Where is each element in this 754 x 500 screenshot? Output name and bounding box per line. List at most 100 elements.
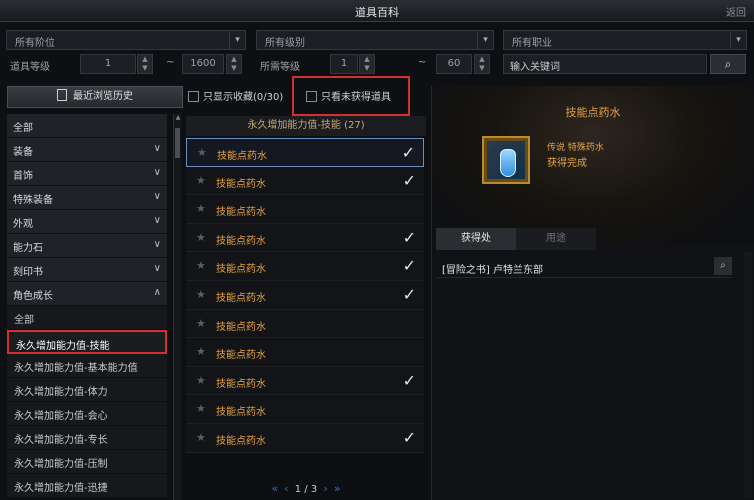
item-detail-panel: 技能点药水 传说 特殊药水 获得完成 获得处 用途 [冒险之书] 卢特兰东部 ⌕ [431, 86, 754, 500]
favorites-only-checkbox[interactable]: 只显示收藏(0/30) [188, 88, 283, 106]
item-level-max-input[interactable]: 1600 [182, 54, 224, 74]
subcategory-label: 全部 [14, 315, 34, 326]
item-level-min-input[interactable]: 1 [80, 54, 136, 74]
search-button[interactable]: ⌕ [710, 54, 746, 74]
favorite-star-icon[interactable]: ★ [197, 146, 207, 159]
class-select-value: 所有职业 [512, 38, 552, 49]
chevron-down-icon: ▾ [730, 31, 746, 49]
tier-select-value: 所有阶位 [15, 38, 55, 49]
chevron-down-icon: ∨ [153, 215, 161, 226]
req-level-min-stepper[interactable]: ▲ ▼ [359, 54, 375, 74]
category-panel: 最近浏览历史 全部 装备 ∨ 首饰 ∨ 特殊装备 ∨ 外观 ∨ 能力石 ∨ 刻印书 ∨ 角色… [7, 86, 183, 500]
req-level-min-input[interactable]: 1 [330, 54, 358, 74]
item-name-label: 技能点药水 [216, 292, 266, 304]
category-item-special-equipment[interactable]: 特殊装备 ∨ [7, 186, 167, 210]
favorite-star-icon[interactable]: ★ [196, 288, 206, 301]
subcategory-label: 永久增加能力值-会心 [14, 411, 108, 422]
document-icon [57, 89, 67, 101]
category-item-ability-stone[interactable]: 能力石 ∨ [7, 234, 167, 258]
favorite-star-icon[interactable]: ★ [196, 317, 206, 330]
item-row[interactable]: ★ 技能点药水 [186, 338, 424, 367]
first-page-icon[interactable]: « [271, 482, 278, 495]
item-level-min-stepper[interactable]: ▲ ▼ [137, 54, 153, 74]
category-item-appearance[interactable]: 外观 ∨ [7, 210, 167, 234]
subcategory-item[interactable]: 永久增加能力值-基本能力值 [7, 354, 167, 378]
category-label: 首饰 [13, 171, 33, 182]
checkmark-icon: ✓ [402, 170, 416, 190]
item-row[interactable]: ★ 技能点药水 ✓ [186, 423, 424, 453]
category-scrollbar[interactable]: ▲ [173, 114, 181, 500]
category-item-accessories[interactable]: 首饰 ∨ [7, 162, 167, 186]
favorite-star-icon[interactable]: ★ [196, 402, 206, 415]
subcategory-label: 永久增加能力值-基本能力值 [14, 363, 138, 374]
potion-frame [487, 141, 525, 179]
next-page-icon[interactable]: › [323, 482, 327, 495]
detail-scrollbar[interactable] [744, 252, 752, 498]
subcategory-item[interactable]: 全部 [7, 306, 167, 330]
favorite-star-icon[interactable]: ★ [196, 431, 206, 444]
favorite-star-icon[interactable]: ★ [196, 259, 206, 272]
item-name-label: 技能点药水 [216, 321, 266, 333]
chevron-down-icon: ▾ [477, 31, 493, 49]
subcategory-item[interactable]: 永久增加能力值-专长 [7, 426, 167, 450]
checkmark-icon: ✓ [401, 143, 415, 162]
item-row[interactable]: ★ 技能点药水 [186, 395, 424, 424]
subcategory-item[interactable]: 永久增加能力值-体力 [7, 378, 167, 402]
item-row[interactable]: ★ 技能点药水 [186, 309, 424, 339]
item-row[interactable]: ★ 技能点药水 ✓ [186, 366, 424, 396]
back-button[interactable]: 返回 [726, 4, 746, 19]
item-row[interactable]: ★ 技能点药水 [186, 195, 424, 224]
subcategory-item-selected[interactable]: 永久增加能力值-技能 [7, 330, 167, 354]
tab-source[interactable]: 获得处 [436, 228, 516, 250]
category-label: 角色成长 [13, 291, 53, 302]
subcategory-item[interactable]: 永久增加能力值-会心 [7, 402, 167, 426]
keyword-search-input[interactable]: 输入关键词 [503, 54, 707, 74]
item-name-label: 技能点药水 [216, 207, 266, 219]
chevron-down-icon: ∨ [153, 143, 161, 154]
tab-usage[interactable]: 用途 [516, 228, 596, 250]
favorite-star-icon[interactable]: ★ [196, 374, 206, 387]
subcategory-item[interactable]: 永久增加能力值-迅捷 [7, 474, 167, 498]
scrollbar-thumb[interactable] [175, 128, 180, 158]
last-page-icon[interactable]: » [334, 482, 341, 495]
subcategory-label: 永久增加能力值-技能 [16, 341, 110, 352]
chevron-down-icon: ∨ [153, 263, 161, 274]
category-item-engraving-book[interactable]: 刻印书 ∨ [7, 258, 167, 282]
category-item-character-growth[interactable]: 角色成长 ∧ [7, 282, 167, 306]
item-list: ★ 技能点药水 ✓ ★ 技能点药水 ✓ ★ 技能点药水 ★ 技能点药水 ✓ ★ 技能点药水 ✓ ★ 技能点药水… [186, 138, 424, 453]
checkmark-icon: ✓ [402, 227, 416, 247]
subcategory-item[interactable]: 永久增加能力值-压制 [7, 450, 167, 474]
favorite-star-icon[interactable]: ★ [196, 231, 206, 244]
tier-select[interactable]: 所有阶位 ▾ [6, 30, 246, 50]
req-level-max-stepper[interactable]: ▲ ▼ [474, 54, 490, 74]
chevron-down-icon: ▾ [229, 31, 245, 49]
recent-history-label: 最近浏览历史 [73, 91, 133, 102]
window-title: 道具百科 [355, 6, 399, 19]
category-item-all[interactable]: 全部 [7, 114, 167, 138]
checkmark-icon: ✓ [402, 427, 416, 447]
class-select[interactable]: 所有职业 ▾ [503, 30, 747, 50]
favorite-star-icon[interactable]: ★ [196, 174, 206, 187]
grade-select[interactable]: 所有级别 ▾ [256, 30, 494, 50]
recent-history-button[interactable]: 最近浏览历史 [7, 86, 183, 108]
req-level-max-input[interactable]: 60 [436, 54, 472, 74]
item-row[interactable]: ★ 技能点药水 ✓ [186, 223, 424, 253]
favorite-star-icon[interactable]: ★ [196, 345, 206, 358]
prev-page-icon[interactable]: ‹ [284, 482, 288, 495]
category-item-equipment[interactable]: 装备 ∨ [7, 138, 167, 162]
subcategory-label: 永久增加能力值-体力 [14, 387, 108, 398]
highlight-box [292, 76, 410, 116]
item-row[interactable]: ★ 技能点药水 ✓ [186, 280, 424, 310]
scroll-up-icon[interactable]: ▲ [174, 114, 182, 122]
item-row[interactable]: ★ 技能点药水 ✓ [186, 138, 424, 167]
favorite-star-icon[interactable]: ★ [196, 202, 206, 215]
search-icon[interactable]: ⌕ [714, 257, 732, 275]
range-separator: ~ [418, 57, 427, 68]
chevron-down-icon: ∨ [153, 191, 161, 202]
item-level-max-stepper[interactable]: ▲ ▼ [226, 54, 242, 74]
source-entry[interactable]: [冒险之书] 卢特兰东部 ⌕ [436, 256, 732, 278]
item-row[interactable]: ★ 技能点药水 ✓ [186, 252, 424, 281]
item-name-label: 技能点药水 [216, 435, 266, 447]
item-row[interactable]: ★ 技能点药水 ✓ [186, 166, 424, 196]
grade-select-value: 所有级别 [265, 38, 305, 49]
